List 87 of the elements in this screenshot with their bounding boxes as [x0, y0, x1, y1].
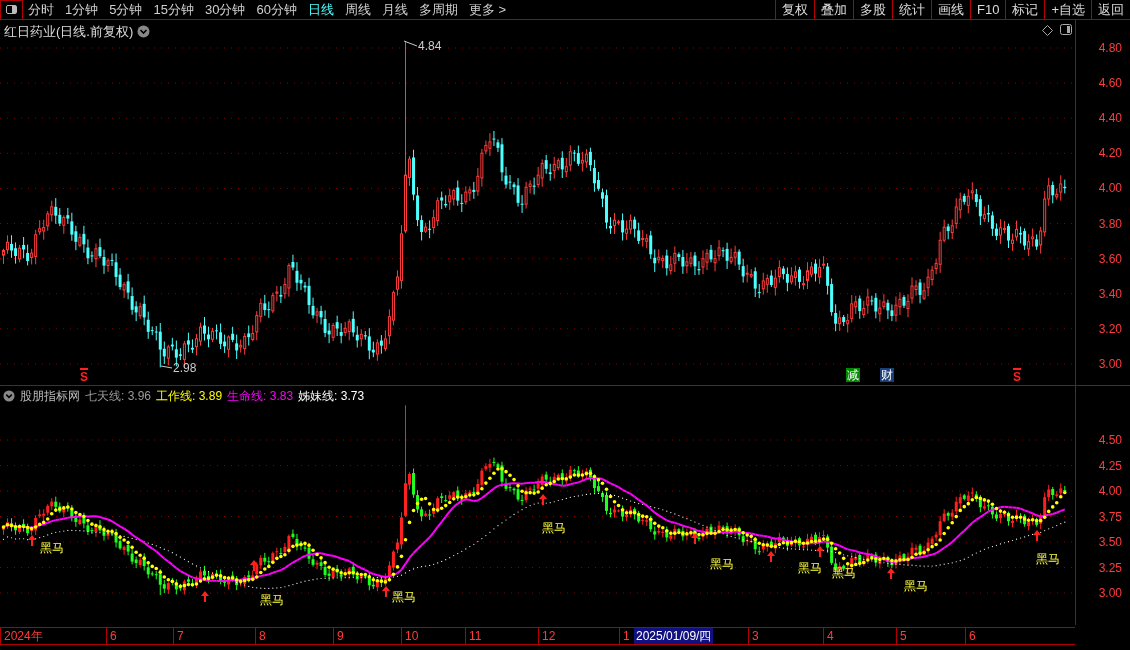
signal-label: 黑马: [710, 558, 734, 570]
axis-label: 4.25: [1098, 459, 1122, 472]
axis-label: 3.50: [1098, 536, 1122, 548]
toolbar-button[interactable]: +自选: [1044, 0, 1091, 19]
period-tab[interactable]: 5分钟: [109, 0, 143, 20]
legend-value: 姊妹线: 3.73: [298, 388, 365, 405]
up-arrow-icon: [28, 535, 36, 546]
axis-label: 4.50: [1098, 434, 1122, 446]
finance-marker: 财: [880, 368, 894, 382]
date-label: 12: [538, 628, 556, 644]
high-price-label: 4.84: [418, 40, 442, 52]
axis-label: 3.20: [1098, 322, 1122, 335]
signal-label: 黑马: [832, 567, 856, 579]
date-label: 7: [173, 628, 184, 644]
up-arrow-icon: [816, 546, 824, 557]
reduce-marker: 减: [846, 368, 860, 382]
date-label: 6: [965, 628, 976, 644]
up-arrow-icon: [887, 568, 895, 579]
toolbar-button[interactable]: 画线: [931, 0, 970, 19]
up-arrow-icon: [1033, 530, 1041, 541]
axis-label: 4.00: [1098, 182, 1122, 195]
dropdown-icon[interactable]: [3, 390, 15, 402]
axis-label: 4.40: [1098, 112, 1122, 125]
toolbar-button[interactable]: 统计: [892, 0, 931, 19]
axis-label: 3.60: [1098, 252, 1122, 265]
axis-label: 3.00: [1098, 587, 1122, 599]
low-price-label: 2.98: [173, 362, 197, 374]
toolbar-button[interactable]: 返回: [1091, 0, 1130, 19]
date-label: 2025/01/09/四: [634, 628, 714, 644]
toolbar-button[interactable]: F10: [970, 0, 1006, 19]
period-tab[interactable]: 周线: [344, 0, 371, 20]
toolbar-button[interactable]: 标记: [1005, 0, 1045, 19]
date-label: 11: [465, 628, 482, 644]
signal-label: 黑马: [798, 562, 822, 574]
up-arrow-icon: [201, 591, 209, 602]
legend-value: 工作线: 3.89: [156, 388, 223, 405]
date-label: 2024年: [0, 628, 43, 644]
legend-value: 生命线: 3.83: [227, 388, 294, 405]
date-label: 5: [896, 628, 907, 644]
indicator-name: 股朋指标网: [20, 388, 80, 405]
axis-label: 4.20: [1098, 147, 1122, 160]
leader-line: [403, 40, 418, 47]
panel-toggle-icon[interactable]: [1060, 24, 1072, 35]
date-label: 3: [748, 628, 759, 644]
axis-label: 3.25: [1098, 561, 1122, 574]
up-arrow-icon: [250, 560, 258, 571]
up-arrow-icon: [539, 494, 547, 505]
signal-label: 黑马: [40, 542, 64, 554]
axis-label: 3.40: [1098, 287, 1122, 300]
period-tab[interactable]: 更多 >: [468, 0, 507, 20]
axis-label: 3.80: [1098, 217, 1122, 230]
signal-label: 黑马: [1036, 553, 1060, 565]
legend-value: 七天线: 3.96: [85, 388, 152, 405]
axis-label: 4.00: [1098, 485, 1122, 497]
period-tab[interactable]: 多周期: [418, 0, 458, 20]
up-arrow-icon: [767, 551, 775, 562]
toolbar-button[interactable]: 复权: [775, 0, 814, 19]
axis-label: 4.60: [1098, 77, 1122, 90]
signal-label: 黑马: [392, 591, 416, 603]
date-label: 10: [401, 628, 419, 644]
date-label: 4: [823, 628, 834, 644]
toolbar-button[interactable]: 叠加: [814, 0, 853, 19]
up-arrow-icon: [382, 586, 390, 597]
date-label: 9: [333, 628, 344, 644]
period-tab[interactable]: 60分钟: [256, 0, 297, 20]
period-tab[interactable]: 月线: [381, 0, 408, 20]
leader-line: [160, 365, 173, 369]
layout-toggle-icon[interactable]: [0, 0, 23, 20]
axis-label: 3.75: [1098, 510, 1122, 523]
period-tab[interactable]: 1分钟: [65, 0, 99, 20]
up-arrow-icon: [691, 533, 699, 544]
period-tab[interactable]: 日线: [307, 0, 334, 20]
date-label: 1: [619, 628, 630, 644]
signal-label: 黑马: [904, 580, 928, 592]
signal-label: 黑马: [542, 522, 566, 534]
diamond-icon[interactable]: [1042, 25, 1053, 36]
toolbar-button[interactable]: 多股: [853, 0, 892, 19]
dropdown-icon[interactable]: [137, 25, 151, 39]
period-tab[interactable]: 30分钟: [204, 0, 246, 20]
period-tab[interactable]: 分时: [28, 0, 54, 20]
period-tab[interactable]: 15分钟: [153, 0, 194, 20]
stock-title: 红日药业(日线.前复权): [4, 23, 134, 41]
axis-label: 4.80: [1098, 42, 1122, 54]
date-label: 6: [106, 628, 117, 644]
date-label: 8: [255, 628, 266, 644]
axis-label: 3.00: [1098, 357, 1122, 370]
signal-label: 黑马: [260, 594, 284, 606]
